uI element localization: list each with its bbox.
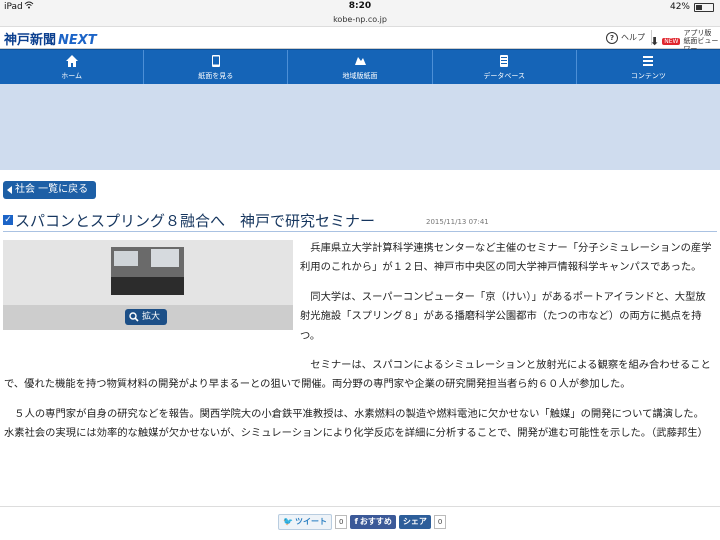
main-nav: ホーム 紙面を見る 地域版紙面 データベース コンテンツ xyxy=(0,49,720,85)
tablet-icon xyxy=(211,54,220,67)
article-body: 兵庫県立大学計算科学連携センターなど主催のセミナー「分子シミュレーションの産学利… xyxy=(4,239,714,454)
share-button[interactable]: シェア xyxy=(398,515,431,529)
clock: 8:20 xyxy=(348,1,372,11)
article-date: 2015/11/13 07:41 xyxy=(426,218,489,226)
nav-contents[interactable]: コンテンツ xyxy=(577,50,720,84)
tweet-count: 0 xyxy=(334,515,348,529)
twitter-icon: 🐦 xyxy=(283,517,293,526)
article-title: スパコンとスプリング８融合へ 神戸で研究セミナー xyxy=(15,212,376,230)
nav-label: ホーム xyxy=(61,71,82,80)
address-bar[interactable]: kobe-np.co.jp xyxy=(0,14,720,27)
battery-icon xyxy=(694,2,714,12)
site-logo[interactable]: 神戸新聞 NEXT xyxy=(4,29,97,48)
nav-home[interactable]: ホーム xyxy=(0,50,145,84)
social-buttons: 🐦 ツイート 0 f おすすめ シェア 0 xyxy=(278,514,447,530)
logo-next: NEXT xyxy=(58,33,97,48)
tweet-label: ツイート xyxy=(294,517,327,526)
divider xyxy=(0,506,720,507)
nav-label: データベース xyxy=(483,71,526,80)
checkbox-icon: ✓ xyxy=(3,215,13,225)
tweet-button[interactable]: 🐦 ツイート xyxy=(278,514,332,530)
ad-banner[interactable] xyxy=(0,84,720,170)
app-label-1: アプリ版 xyxy=(683,29,712,37)
article-header: ✓ スパコンとスプリング８融合へ 神戸で研究セミナー 2015/11/13 07… xyxy=(3,209,717,232)
nav-paper[interactable]: 紙面を見る xyxy=(144,50,289,84)
logo-main: 神戸新聞 xyxy=(4,33,57,48)
facebook-recommend-button[interactable]: f おすすめ xyxy=(350,515,396,529)
map-icon xyxy=(355,56,366,65)
facebook-icon: f xyxy=(354,517,358,526)
battery-percent: 42% xyxy=(669,2,690,12)
fb-label: おすすめ xyxy=(359,517,392,526)
share-count: 0 xyxy=(433,515,447,529)
nav-label: 紙面を見る xyxy=(198,71,234,80)
download-icon: ⬇ xyxy=(650,34,660,48)
nav-regional[interactable]: 地域版紙面 xyxy=(288,50,433,84)
help-button[interactable]: ? ヘルプ xyxy=(604,30,652,45)
nav-label: コンテンツ xyxy=(630,71,666,80)
menu-icon xyxy=(643,55,654,66)
nav-label: 地域版紙面 xyxy=(342,71,378,80)
help-label: ヘルプ xyxy=(621,33,645,42)
site-header: 神戸新聞NEXT ? ヘルプ ⬇ NEW アプリ版 紙面ビューワー xyxy=(0,27,720,53)
article-paragraph: ５人の専門家が自身の研究などを報告。関西学院大の小倉鉄平准教授は、水素燃料の製造… xyxy=(4,407,708,440)
back-to-list-button[interactable]: 社会 一覧に戻る xyxy=(3,181,97,199)
help-icon: ? xyxy=(606,31,618,44)
nav-database[interactable]: データベース xyxy=(433,50,577,84)
home-icon xyxy=(65,54,78,67)
new-badge: NEW xyxy=(662,37,681,45)
database-icon xyxy=(500,54,509,67)
status-bar: iPad 8:20 42% xyxy=(0,0,720,14)
